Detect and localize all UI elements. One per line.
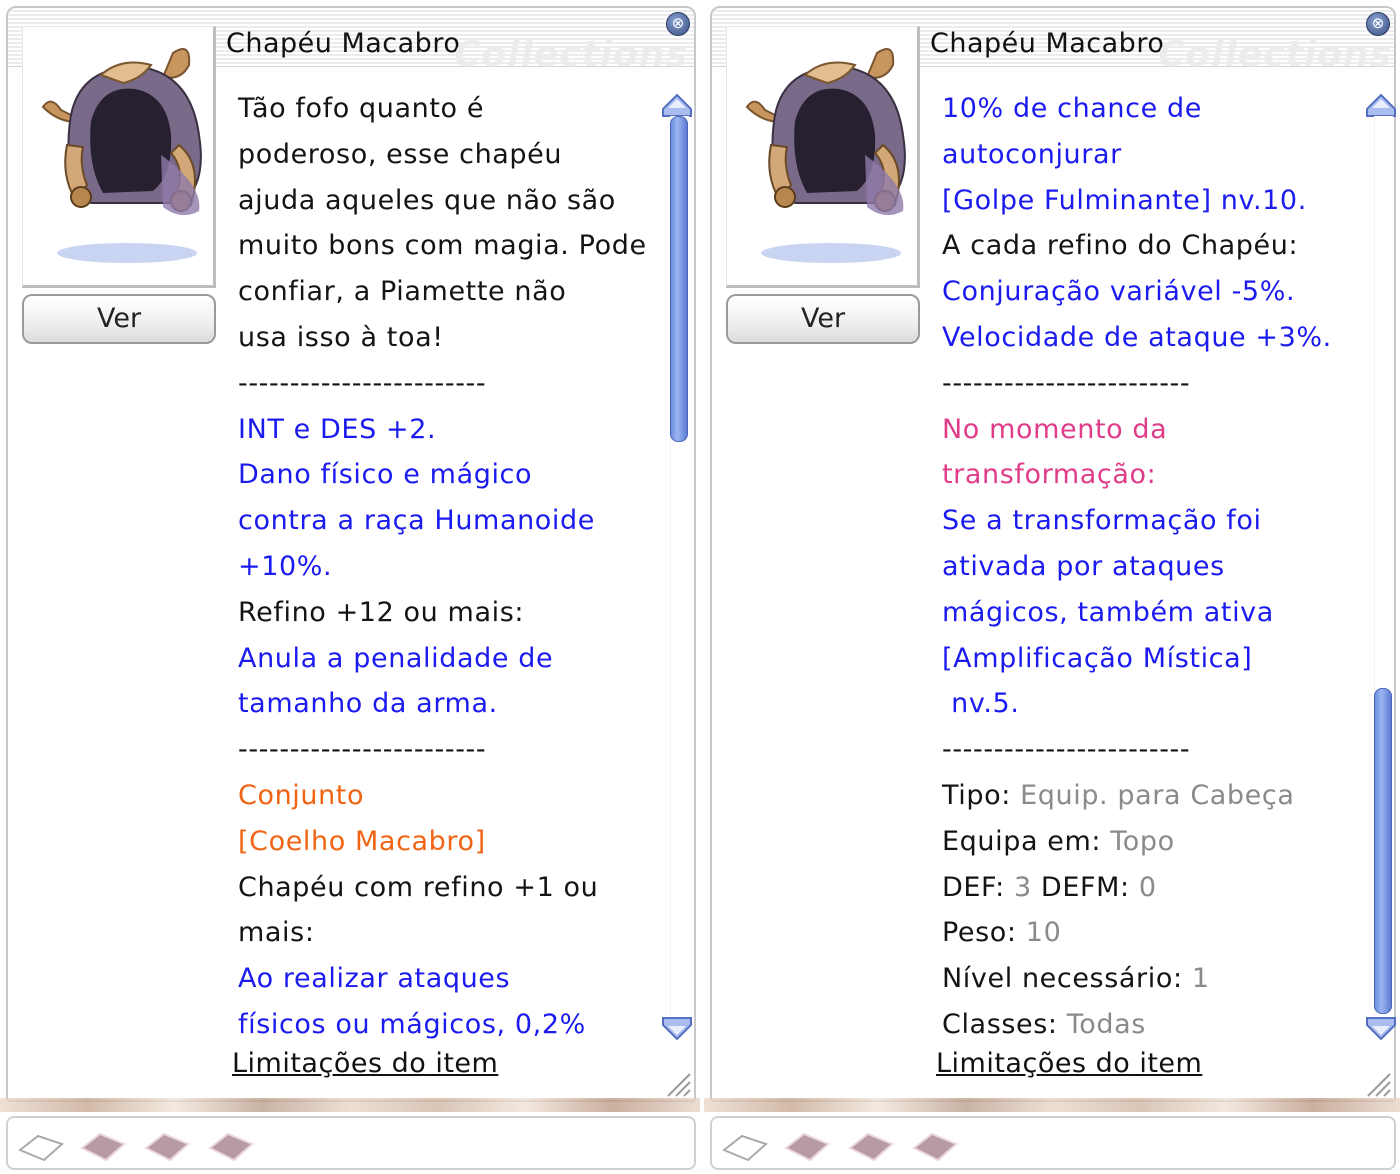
description-line: [Amplificação Mística] [942, 642, 1253, 674]
property-row: DEF: 3 DEFM: 0 [942, 865, 1362, 911]
card-slot-icon[interactable] [142, 1130, 192, 1164]
card-slot-icon[interactable] [846, 1130, 896, 1164]
property-row: Peso: 10 [942, 910, 1362, 956]
description-line: mágicos, também ativa [942, 596, 1274, 628]
window-frame: Chapéu Macabro Collections ⊗ Ver Tão fof… [6, 6, 696, 1102]
card-slot-icon[interactable] [206, 1130, 256, 1164]
description-line: físicos ou mágicos, 0,2% [238, 1008, 586, 1040]
scroll-down-arrow-icon[interactable] [1364, 1014, 1398, 1042]
card-slots-bar [710, 1116, 1396, 1170]
property-row: Nível necessário: 1 [942, 956, 1362, 1002]
property-value: 3 [1004, 871, 1032, 903]
property-label: Equipa em: [942, 825, 1102, 857]
property-row: Tipo: Equip. para Cabeça [942, 773, 1362, 819]
description-line: Tão fofo quanto é [238, 93, 485, 124]
view-button[interactable]: Ver [726, 294, 920, 344]
close-icon[interactable]: ⊗ [1366, 12, 1390, 36]
item-image-frame [726, 26, 920, 288]
description-line: +10%. [238, 550, 333, 582]
hat-icon [41, 48, 202, 263]
separator-line: ------------------------ [942, 734, 1191, 766]
card-slots-bar [6, 1116, 696, 1170]
decorative-strip [0, 1098, 700, 1112]
property-label: Nível necessário: [942, 963, 1183, 995]
close-icon[interactable]: ⊗ [666, 12, 690, 36]
description-line: nv.5. [942, 688, 1020, 720]
description-line: tamanho da arma. [238, 688, 498, 720]
property-label: DEFM: [1031, 871, 1130, 903]
description-line: 10% de chance de [942, 93, 1202, 124]
window-frame: Chapéu Macabro Collections ⊗ Ver 10% de … [710, 6, 1396, 1102]
description-line: transformação: [942, 459, 1157, 491]
description-line: confiar, a Piamette não [238, 276, 567, 308]
description-line: [Coelho Macabro] [238, 825, 486, 857]
property-label: Peso: [942, 917, 1017, 949]
description-line: [Golpe Fulminante] nv.10. [942, 184, 1307, 216]
separator-line: ------------------------ [942, 367, 1191, 399]
scroll-thumb[interactable] [1374, 688, 1392, 1014]
view-button[interactable]: Ver [22, 294, 216, 344]
property-value: Topo [1101, 825, 1175, 857]
card-slot-icon[interactable] [782, 1130, 832, 1164]
item-limitations-link[interactable]: Limitações do item [232, 1048, 498, 1079]
description-line: poderoso, esse chapéu [238, 138, 563, 170]
description-line: Conjunto [238, 779, 365, 811]
item-info-window-left: Chapéu Macabro Collections ⊗ Ver Tão fof… [0, 0, 700, 1174]
card-slot-icon[interactable] [78, 1130, 128, 1164]
description-line: Anula a penalidade de [238, 642, 554, 674]
property-value: 0 [1129, 871, 1157, 903]
property-value: 10 [1016, 917, 1062, 949]
property-label: Classes: [942, 1008, 1058, 1040]
description-line: Dano físico e mágico [238, 459, 533, 491]
decorative-strip [704, 1098, 1400, 1112]
description-line: mais: [238, 917, 315, 949]
item-description: 10% de chance de autoconjurar [Golpe Fulmi… [942, 86, 1362, 1048]
property-label: DEF: [942, 871, 1005, 903]
separator-line: ------------------------ [238, 734, 487, 766]
empty-slot-icon[interactable] [720, 1130, 770, 1164]
scroll-down-arrow-icon[interactable] [660, 1014, 694, 1042]
separator-line: ------------------------ [238, 367, 487, 399]
card-slot-icon[interactable] [910, 1130, 960, 1164]
description-line: Conjuração variável -5%. [942, 276, 1296, 308]
description-line: autoconjurar [942, 138, 1122, 170]
resize-grip-icon[interactable] [662, 1068, 692, 1098]
description-line: INT e DES +2. [238, 413, 437, 445]
window-title: Chapéu Macabro [930, 28, 1165, 59]
description-line: No momento da [942, 413, 1168, 445]
description-line: Velocidade de ataque +3%. [942, 321, 1332, 353]
window-title: Chapéu Macabro [226, 28, 461, 59]
hat-icon [745, 48, 906, 263]
property-row: Equipa em: Topo [942, 819, 1362, 865]
item-image-frame [22, 26, 216, 288]
description-line: Ao realizar ataques [238, 963, 511, 995]
description-line: A cada refino do Chapéu: [942, 230, 1299, 262]
item-limitations-link[interactable]: Limitações do item [936, 1048, 1202, 1079]
property-row: Classes: Todas [942, 1002, 1362, 1048]
resize-grip-icon[interactable] [1362, 1068, 1392, 1098]
empty-slot-icon[interactable] [16, 1130, 66, 1164]
scrollbar[interactable] [660, 92, 692, 1041]
collections-watermark: Collections [1158, 34, 1392, 75]
property-value: Todas [1057, 1008, 1146, 1040]
description-line: contra a raça Humanoide [238, 505, 595, 537]
description-line: ajuda aqueles que não são [238, 184, 616, 216]
property-label: Tipo: [942, 779, 1011, 811]
scroll-thumb[interactable] [670, 116, 688, 442]
collections-watermark: Collections [454, 34, 688, 75]
description-line: Se a transformação foi [942, 505, 1262, 537]
property-value: 1 [1182, 963, 1210, 995]
description-line: muito bons com magia. Pode [238, 230, 647, 262]
property-value: Equip. para Cabeça [1010, 779, 1295, 811]
description-line: Refino +12 ou mais: [238, 596, 525, 628]
description-line: Chapéu com refino +1 ou [238, 871, 599, 903]
description-line: usa isso à toa! [238, 321, 444, 353]
scrollbar[interactable] [1364, 92, 1396, 1041]
item-description: Tão fofo quanto é poderoso, esse chapéu aj… [238, 86, 658, 1048]
description-line: ativada por ataques [942, 550, 1225, 582]
item-info-window-right: Chapéu Macabro Collections ⊗ Ver 10% de … [704, 0, 1400, 1174]
